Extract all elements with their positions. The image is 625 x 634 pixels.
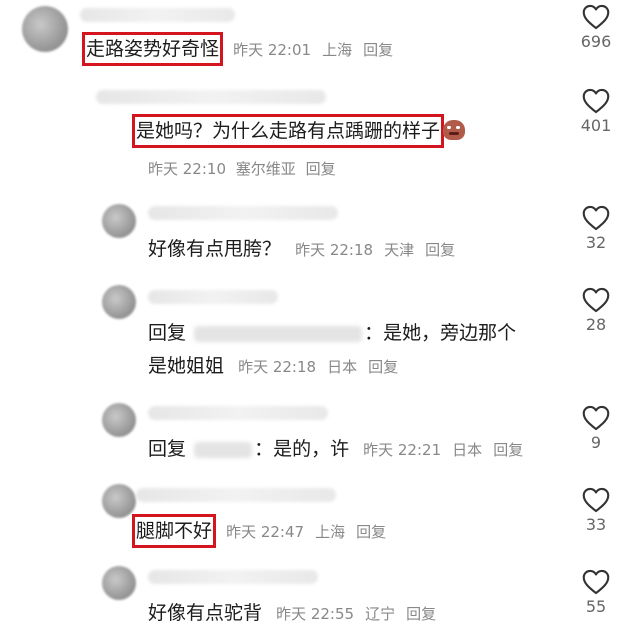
comment-text: ：是的，许 bbox=[254, 438, 350, 460]
like-button[interactable]: 696 bbox=[576, 4, 616, 51]
comment-location: 日本 bbox=[327, 358, 358, 376]
like-button[interactable]: 32 bbox=[576, 205, 616, 252]
avatar[interactable] bbox=[102, 403, 136, 437]
avatar[interactable] bbox=[102, 484, 136, 518]
comment-time: 昨天 22:01 bbox=[233, 41, 312, 59]
username-blurred[interactable] bbox=[148, 570, 318, 584]
comment-text-line1: ：是她，旁边那个 bbox=[364, 322, 517, 344]
reply-button[interactable]: 回复 bbox=[493, 441, 523, 459]
like-button[interactable]: 401 bbox=[576, 88, 616, 135]
comment-time: 昨天 22:10 bbox=[148, 160, 226, 178]
comment-text: 走路姿势好奇怪 bbox=[81, 32, 224, 66]
comment-location: 塞尔维亚 bbox=[235, 160, 296, 178]
comment-location: 辽宁 bbox=[365, 605, 396, 623]
username-blurred[interactable] bbox=[136, 488, 336, 502]
mentioned-user-blurred[interactable] bbox=[194, 325, 363, 342]
avatar[interactable] bbox=[22, 6, 68, 52]
heart-outline-icon bbox=[582, 287, 610, 313]
comment-time: 昨天 22:21 bbox=[363, 441, 442, 459]
like-button[interactable]: 9 bbox=[576, 405, 616, 452]
like-button[interactable]: 33 bbox=[576, 487, 616, 534]
username-blurred[interactable] bbox=[148, 406, 328, 420]
heart-outline-icon bbox=[582, 88, 610, 114]
comment-time: 昨天 22:47 bbox=[226, 523, 305, 541]
reply-button[interactable]: 回复 bbox=[363, 41, 393, 59]
avatar[interactable] bbox=[102, 566, 136, 600]
comment-text: 好像有点驼背 bbox=[148, 602, 263, 624]
username-blurred[interactable] bbox=[148, 290, 278, 304]
comment-text: 好像有点甩胯？ bbox=[148, 238, 282, 260]
comment-location: 日本 bbox=[452, 441, 483, 459]
heart-outline-icon bbox=[582, 405, 610, 431]
comment-text-line2: 是她姐姐 bbox=[148, 355, 225, 377]
comment-time: 昨天 22:18 bbox=[295, 241, 374, 259]
comment-location: 上海 bbox=[315, 523, 346, 541]
like-button[interactable]: 55 bbox=[576, 569, 616, 616]
heart-outline-icon bbox=[582, 4, 610, 30]
reply-button[interactable]: 回复 bbox=[406, 605, 436, 623]
reply-button[interactable]: 回复 bbox=[425, 241, 455, 259]
comment-time: 昨天 22:55 bbox=[276, 605, 355, 623]
avatar[interactable] bbox=[102, 204, 136, 238]
reply-button[interactable]: 回复 bbox=[368, 358, 398, 376]
username-blurred[interactable] bbox=[80, 8, 235, 22]
mentioned-user-blurred[interactable] bbox=[194, 441, 253, 458]
like-count: 28 bbox=[585, 315, 607, 334]
username-blurred[interactable] bbox=[96, 90, 326, 104]
like-count: 55 bbox=[585, 597, 607, 616]
like-count: 33 bbox=[585, 515, 607, 534]
reply-button[interactable]: 回复 bbox=[306, 160, 336, 178]
reply-prefix: 回复 bbox=[148, 438, 187, 460]
reply-prefix: 回复 bbox=[148, 322, 187, 344]
heart-outline-icon bbox=[582, 205, 610, 231]
like-count: 696 bbox=[580, 32, 612, 51]
angry-face-emoji-icon bbox=[443, 120, 466, 140]
like-count: 9 bbox=[590, 433, 602, 452]
like-button[interactable]: 28 bbox=[576, 287, 616, 334]
like-count: 401 bbox=[580, 116, 612, 135]
comment-text: 是她吗？为什么走路有点踽跚的样子 bbox=[131, 114, 445, 148]
heart-outline-icon bbox=[582, 487, 610, 513]
heart-outline-icon bbox=[582, 569, 610, 595]
avatar[interactable] bbox=[102, 285, 136, 319]
comment-location: 上海 bbox=[322, 41, 353, 59]
username-blurred[interactable] bbox=[148, 206, 338, 220]
comment-text: 腿脚不好 bbox=[131, 514, 217, 548]
reply-button[interactable]: 回复 bbox=[356, 523, 386, 541]
like-count: 32 bbox=[585, 233, 607, 252]
comment-time: 昨天 22:18 bbox=[238, 358, 317, 376]
comment-location: 天津 bbox=[384, 241, 415, 259]
